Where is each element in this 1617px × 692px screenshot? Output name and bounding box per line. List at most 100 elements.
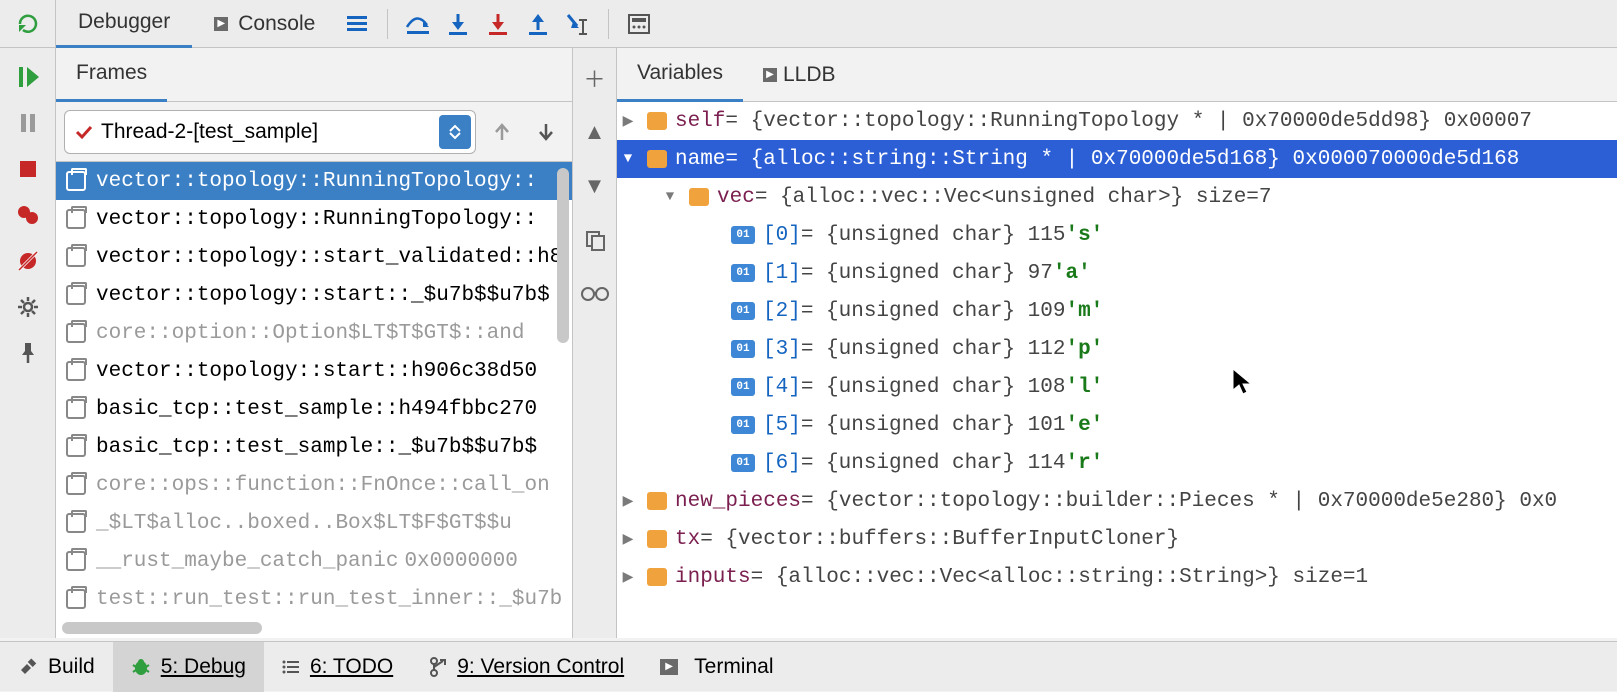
frame-row[interactable]: __rust_maybe_catch_panic0x0000000 [56,542,572,580]
tab-console[interactable]: ▶ Console [192,0,337,48]
variable-row[interactable]: 01[4] = {unsigned char} 108 'l' [617,368,1617,406]
tool-window-bar: Build 5: Debug 6: TODO 9: Version Contro… [0,641,1617,691]
settings-button[interactable] [8,284,48,330]
frame-row[interactable]: vector::topology::start::_$u7b$$u7b$ [56,276,572,314]
variable-row[interactable]: 01[5] = {unsigned char} 101 'e' [617,406,1617,444]
variable-char: 'a' [1053,262,1091,285]
frame-row[interactable]: basic_tcp::test_sample::_$u7b$$u7b$ [56,428,572,466]
terminal-icon: ▶ [660,659,678,675]
triangle-down-icon: ▼ [584,173,606,199]
pin-button[interactable] [8,330,48,376]
chevron-up-icon [449,124,461,132]
variable-char: 'p' [1065,338,1103,361]
toolwin-todo[interactable]: 6: TODO [264,642,411,692]
step-out-button[interactable] [518,0,558,48]
next-frame-button[interactable] [528,114,564,150]
variable-name: vec [717,186,755,209]
debug-toolbar: Debugger ▶ Console [0,0,1617,48]
variable-row[interactable]: ▼name = {alloc::string::String * | 0x700… [617,140,1617,178]
move-watch-down-button[interactable]: ▼ [579,170,611,202]
expand-toggle[interactable]: ▶ [617,113,639,130]
pause-button[interactable] [8,100,48,146]
frame-row[interactable]: vector::topology::RunningTopology:: [56,162,572,200]
variable-index: [4] [763,376,801,399]
frame-row[interactable]: vector::topology::RunningTopology:: [56,200,572,238]
view-breakpoints-button[interactable] [8,192,48,238]
duplicate-watch-button[interactable] [579,224,611,256]
variable-row[interactable]: 01[3] = {unsigned char} 112 'p' [617,330,1617,368]
tab-lldb-label: LLDB [783,63,836,87]
frame-row[interactable]: test::run_test::run_test_inner::_$u7b [56,580,572,618]
new-watch-button[interactable]: ＋ [579,62,611,94]
variable-row[interactable]: ▶ inputs = {alloc::vec::Vec<alloc::string… [617,558,1617,596]
frames-list[interactable]: vector::topology::RunningTopology::vecto… [56,162,572,638]
list-icon [282,658,300,676]
expand-toggle[interactable]: ▶ [617,569,639,586]
frame-row[interactable]: core::option::Option$LT$T$GT$::and [56,314,572,352]
frame-row[interactable]: vector::topology::start::h906c38d50 [56,352,572,390]
frame-label: vector::topology::RunningTopology:: [96,208,537,231]
struct-icon [647,492,667,510]
variable-value: = {alloc::vec::Vec<alloc::string::String… [751,566,1369,589]
check-icon [75,124,93,140]
hammer-icon [18,657,38,677]
tab-lldb[interactable]: ▶ LLDB [743,48,856,102]
expand-toggle[interactable]: ▶ [617,531,639,548]
prev-frame-button[interactable] [484,114,520,150]
variable-row[interactable]: 01[6] = {unsigned char} 114 'r' [617,444,1617,482]
toolwin-build[interactable]: Build [0,642,113,692]
mute-breakpoints-button[interactable] [8,238,48,284]
rerun-button[interactable] [0,0,56,48]
variable-index: [2] [763,300,801,323]
move-watch-up-button[interactable]: ▲ [579,116,611,148]
thread-select-stepper[interactable] [439,115,471,149]
step-into-icon [447,12,469,36]
variable-name: inputs [675,566,751,589]
variable-row[interactable]: 01[0] = {unsigned char} 115 's' [617,216,1617,254]
step-out-icon [527,12,549,36]
evaluate-expression-button[interactable] [619,0,659,48]
debug-side-controls [0,48,56,638]
vertical-scrollbar[interactable] [557,168,569,343]
variable-row[interactable]: ▶tx = {vector::buffers::BufferInputClone… [617,520,1617,558]
show-watches-button[interactable] [579,278,611,310]
thread-select[interactable]: Thread-2-[test_sample] [64,110,476,154]
expand-toggle[interactable]: ▼ [659,189,681,205]
tab-frames[interactable]: Frames [56,48,167,102]
stack-frame-icon [66,171,86,191]
toolwin-vcs[interactable]: 9: Version Control [411,642,642,692]
tab-frames-label: Frames [76,61,147,85]
layout-settings-button[interactable] [337,0,377,48]
step-into-button[interactable] [438,0,478,48]
frame-row[interactable]: _$LT$alloc..boxed..Box$LT$F$GT$$u [56,504,572,542]
expand-toggle[interactable]: ▶ [617,493,639,510]
tab-debugger[interactable]: Debugger [56,0,192,48]
variable-name: self [675,110,725,133]
resume-button[interactable] [8,54,48,100]
step-over-button[interactable] [398,0,438,48]
tab-variables[interactable]: Variables [617,48,743,102]
toolwin-terminal[interactable]: ▶ Terminal [642,642,791,692]
variable-row[interactable]: ▶new_pieces = {vector::topology::builder… [617,482,1617,520]
frames-panel: Frames Thread-2-[test_sample] vector::to… [56,48,573,638]
layout-icon [347,16,367,31]
force-step-into-button[interactable] [478,0,518,48]
variable-index: [1] [763,262,801,285]
run-to-cursor-button[interactable] [558,0,598,48]
toolwin-debug[interactable]: 5: Debug [113,642,264,692]
variable-row[interactable]: ▶self = {vector::topology::RunningTopolo… [617,102,1617,140]
horizontal-scrollbar[interactable] [62,622,262,634]
expand-toggle[interactable]: ▼ [617,151,639,167]
primitive-icon: 01 [731,264,755,282]
frame-row[interactable]: basic_tcp::test_sample::h494fbbc270 [56,390,572,428]
variable-row[interactable]: ▼vec = {alloc::vec::Vec<unsigned char>} … [617,178,1617,216]
console-icon: ▶ [214,17,228,31]
stop-button[interactable] [8,146,48,192]
variables-tree[interactable]: ▶self = {vector::topology::RunningTopolo… [617,102,1617,638]
frame-label: basic_tcp::test_sample::_$u7b$$u7b$ [96,436,537,459]
variable-row[interactable]: 01[1] = {unsigned char} 97 'a' [617,254,1617,292]
variable-row[interactable]: 01[2] = {unsigned char} 109 'm' [617,292,1617,330]
frame-row[interactable]: core::ops::function::FnOnce::call_on [56,466,572,504]
primitive-icon: 01 [731,226,755,244]
frame-row[interactable]: vector::topology::start_validated::h8 [56,238,572,276]
